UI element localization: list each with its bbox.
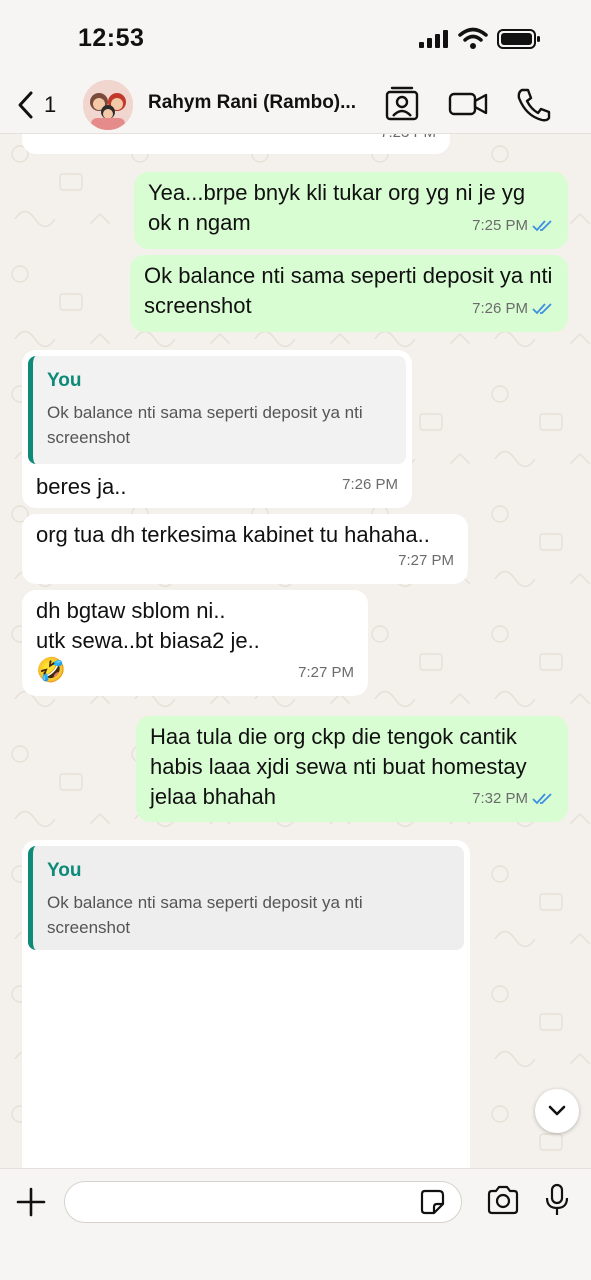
- message-bubble-outgoing[interactable]: Ok balance nti sama seperti deposit ya n…: [130, 255, 568, 332]
- message-bubble-incoming[interactable]: You Ok balance nti sama seperti deposit …: [22, 840, 470, 1168]
- back-button[interactable]: 1: [16, 88, 56, 122]
- status-time: 12:53: [78, 24, 145, 52]
- plus-icon[interactable]: [14, 1185, 48, 1219]
- camera-icon[interactable]: [486, 1185, 520, 1215]
- quoted-message[interactable]: You Ok balance nti sama seperti deposit …: [28, 846, 464, 950]
- message-time: 7:26 PM: [342, 476, 398, 493]
- avatar[interactable]: [83, 80, 133, 130]
- chevron-left-icon: [18, 91, 33, 119]
- chat-header: 1 Rahym Rani (Rambo)...: [0, 78, 591, 134]
- message-bubble-outgoing[interactable]: Haa tula die org ckp die tengok cantik h…: [136, 716, 568, 822]
- microphone-icon[interactable]: [544, 1183, 570, 1217]
- read-receipt-icon: [532, 793, 552, 805]
- message-bubble-incoming[interactable]: You Ok balance nti sama seperti deposit …: [22, 350, 412, 508]
- sticker-icon[interactable]: [418, 1188, 446, 1216]
- voice-call-icon[interactable]: [514, 86, 554, 122]
- quote-author: You: [47, 860, 82, 881]
- avatar-image: [83, 80, 133, 130]
- status-bar: 12:53: [0, 0, 591, 78]
- battery-icon: [497, 29, 540, 49]
- message-time: 7:25 PM: [472, 211, 554, 241]
- message-text: org tua dh terkesima kabinet tu hahaha..: [36, 522, 430, 547]
- message-bubble-incoming[interactable]: dh bgtaw sblom ni.. utk sewa..bt biasa2 …: [22, 590, 368, 696]
- read-receipt-icon: [532, 303, 552, 315]
- chat-messages[interactable]: 7:23 PM Yea...brpe bnyk kli tukar org yg…: [0, 134, 591, 1168]
- wifi-icon: [458, 27, 488, 49]
- quoted-message[interactable]: You Ok balance nti sama seperti deposit …: [28, 356, 406, 464]
- composer-bar: [0, 1168, 591, 1280]
- cellular-signal-icon: [419, 30, 448, 48]
- quote-text: Ok balance nti sama seperti deposit ya n…: [47, 893, 363, 937]
- message-bubble-outgoing[interactable]: Yea...brpe bnyk kli tukar org yg ni je y…: [134, 172, 568, 249]
- video-call-icon[interactable]: [448, 86, 488, 122]
- message-time: 7:27 PM: [298, 664, 354, 681]
- message-text: dh bgtaw sblom ni..: [36, 598, 226, 623]
- message-bubble-incoming[interactable]: org tua dh terkesima kabinet tu hahaha..…: [22, 514, 468, 584]
- chevron-down-icon: [548, 1105, 566, 1116]
- message-input[interactable]: [64, 1181, 462, 1223]
- scroll-to-bottom-button[interactable]: [535, 1089, 579, 1133]
- quote-text: Ok balance nti sama seperti deposit ya n…: [47, 403, 363, 447]
- message-time: 7:26 PM: [472, 294, 554, 324]
- quote-author: You: [47, 370, 82, 391]
- read-receipt-icon: [532, 220, 552, 232]
- message-bubble-incoming[interactable]: 7:23 PM: [22, 134, 450, 154]
- contact-name[interactable]: Rahym Rani (Rambo)...: [148, 92, 356, 114]
- message-time: 7:32 PM: [472, 784, 554, 814]
- unread-count: 1: [44, 92, 57, 117]
- message-time: 7:27 PM: [398, 552, 454, 569]
- message-time: 7:23 PM: [380, 134, 436, 148]
- message-text: utk sewa..bt biasa2 je..: [36, 628, 260, 653]
- contact-card-icon[interactable]: [382, 86, 422, 122]
- message-text: beres ja..: [36, 474, 127, 499]
